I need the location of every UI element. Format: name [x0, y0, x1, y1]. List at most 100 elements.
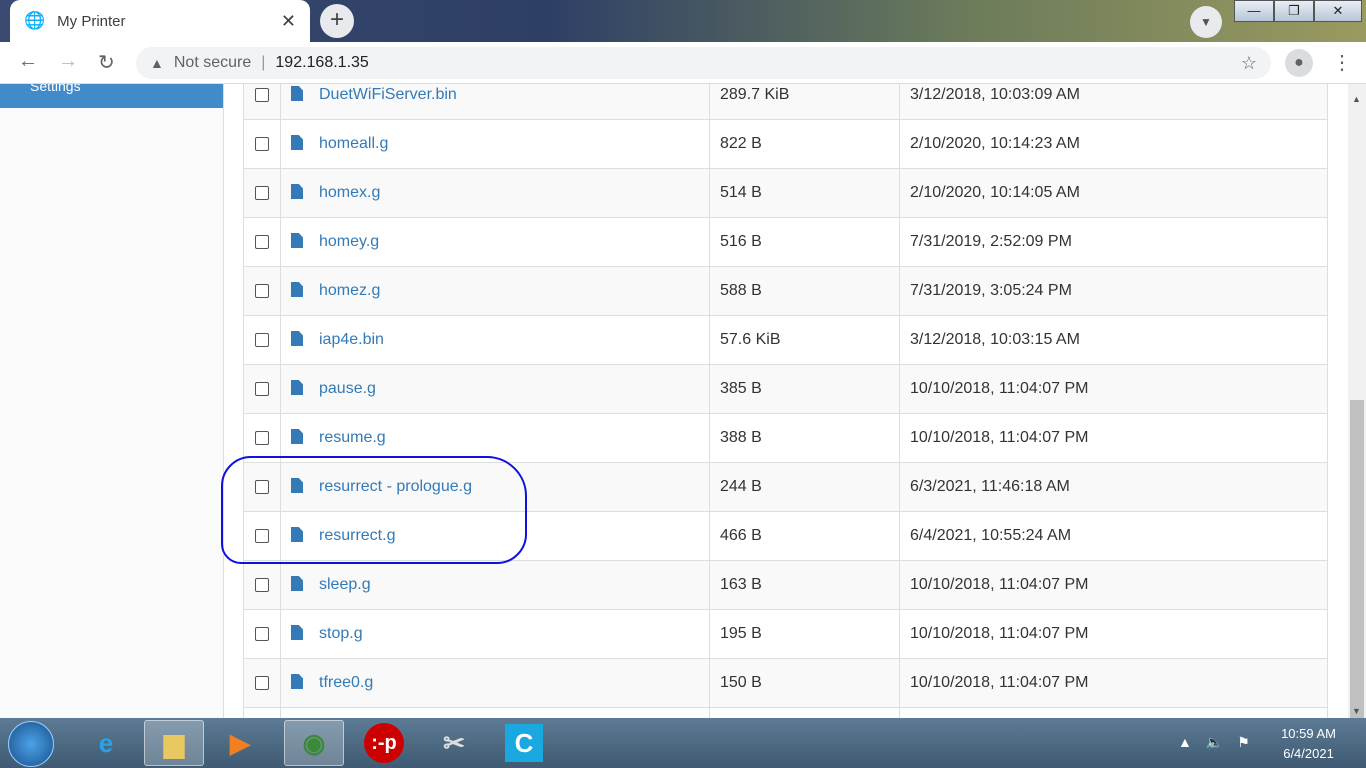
row-checkbox[interactable] — [255, 430, 269, 445]
security-label[interactable]: Not secure — [174, 54, 251, 72]
scroll-down-icon[interactable]: ▼ — [1352, 706, 1361, 716]
file-row[interactable]: homeall.g 822 B 2/10/2020, 10:14:23 AM — [243, 119, 1328, 169]
warning-icon: ▲ — [150, 55, 164, 71]
file-icon — [291, 380, 303, 395]
file-name-cell: resurrect.g — [280, 511, 710, 561]
file-row[interactable]: homex.g 514 B 2/10/2020, 10:14:05 AM — [243, 168, 1328, 218]
file-row[interactable]: pause.g 385 B 10/10/2018, 11:04:07 PM — [243, 364, 1328, 414]
url-text[interactable]: 192.168.1.35 — [275, 54, 368, 72]
address-bar[interactable]: ▲ Not secure | 192.168.1.35 ☆ — [136, 47, 1271, 79]
row-checkbox-cell — [243, 609, 281, 659]
file-link[interactable]: DuetWiFiServer.bin — [319, 86, 457, 103]
file-name-cell: tfree0.g — [280, 658, 710, 708]
forward-icon[interactable]: → — [58, 50, 78, 73]
volume-icon[interactable]: 🔈 — [1206, 734, 1237, 750]
row-checkbox-cell — [243, 168, 281, 218]
file-row[interactable]: resurrect.g 466 B 6/4/2021, 10:55:24 AM — [243, 511, 1328, 561]
row-checkbox-cell — [243, 658, 281, 708]
row-checkbox-cell — [243, 511, 281, 561]
row-checkbox[interactable] — [255, 479, 269, 494]
internet-explorer-icon[interactable]: e — [76, 720, 136, 766]
file-row[interactable]: iap4e.bin 57.6 KiB 3/12/2018, 10:03:15 A… — [243, 315, 1328, 365]
tab-search-button[interactable]: ▼ — [1190, 6, 1222, 38]
file-link[interactable]: resurrect - prologue.g — [319, 478, 472, 495]
bookmark-star-icon[interactable]: ☆ — [1241, 53, 1257, 74]
p-app-icon[interactable]: :-p — [354, 720, 414, 766]
file-link[interactable]: pause.g — [319, 380, 376, 397]
file-date: 10/10/2018, 11:04:07 PM — [899, 609, 1328, 659]
file-link[interactable]: resume.g — [319, 429, 386, 446]
scrollbar-thumb[interactable] — [1350, 400, 1364, 736]
close-window-button[interactable]: ✕ — [1314, 0, 1362, 22]
file-row[interactable]: sleep.g 163 B 10/10/2018, 11:04:07 PM — [243, 560, 1328, 610]
file-link[interactable]: stop.g — [319, 625, 363, 642]
file-icon — [291, 233, 303, 248]
file-link[interactable]: homez.g — [319, 282, 380, 299]
file-list: DuetWiFiServer.bin 289.7 KiB 3/12/2018, … — [224, 84, 1348, 718]
file-explorer-icon[interactable]: ▆ — [144, 720, 204, 766]
row-checkbox[interactable] — [255, 234, 269, 249]
file-name-cell: homex.g — [280, 168, 710, 218]
file-link[interactable]: tfree0.g — [319, 674, 373, 691]
file-row[interactable]: homez.g 588 B 7/31/2019, 3:05:24 PM — [243, 266, 1328, 316]
clock[interactable]: 10:59 AM 6/4/2021 — [1281, 724, 1336, 764]
new-tab-button[interactable]: + — [320, 4, 354, 38]
file-name-cell: stop.g — [280, 609, 710, 659]
action-center-flag-icon[interactable]: ⚑ — [1237, 734, 1264, 750]
file-link[interactable]: resurrect.g — [319, 527, 395, 544]
account-icon[interactable]: ● — [1285, 49, 1313, 77]
file-row[interactable]: DuetWiFiServer.bin 289.7 KiB 3/12/2018, … — [243, 84, 1328, 120]
row-checkbox[interactable] — [255, 381, 269, 396]
file-name-cell: homeall.g — [280, 119, 710, 169]
row-checkbox-cell — [243, 266, 281, 316]
media-player-icon[interactable]: ▶ — [210, 720, 270, 766]
browser-tab[interactable]: 🌐 My Printer ✕ — [10, 0, 310, 42]
c-app-icon[interactable]: C — [494, 720, 554, 766]
sidebar-item-settings[interactable]: Settings — [0, 84, 223, 108]
file-size: 514 B — [709, 168, 900, 218]
minimize-button[interactable]: — — [1234, 0, 1274, 22]
row-checkbox[interactable] — [255, 332, 269, 347]
file-size: 822 B — [709, 119, 900, 169]
file-icon — [291, 282, 303, 297]
show-hidden-icons[interactable]: ▲ — [1178, 734, 1206, 750]
restore-button[interactable]: ❐ — [1274, 0, 1314, 22]
file-link[interactable]: homex.g — [319, 184, 380, 201]
file-row[interactable]: resume.g 388 B 10/10/2018, 11:04:07 PM — [243, 413, 1328, 463]
file-link[interactable]: iap4e.bin — [319, 331, 384, 348]
tab-title: My Printer — [57, 12, 126, 30]
sidebar-item-label: Settings — [30, 84, 81, 94]
file-row[interactable]: tfree0.g 150 B 10/10/2018, 11:04:07 PM — [243, 658, 1328, 708]
row-checkbox[interactable] — [255, 87, 269, 102]
row-checkbox[interactable] — [255, 675, 269, 690]
more-menu-icon[interactable]: ⋮ — [1332, 50, 1352, 75]
file-row[interactable]: resurrect - prologue.g 244 B 6/3/2021, 1… — [243, 462, 1328, 512]
file-row[interactable]: homey.g 516 B 7/31/2019, 2:52:09 PM — [243, 217, 1328, 267]
file-link[interactable]: sleep.g — [319, 576, 371, 593]
file-date: 7/31/2019, 2:52:09 PM — [899, 217, 1328, 267]
file-name-cell: resume.g — [280, 413, 710, 463]
file-row[interactable] — [243, 707, 1328, 718]
scrollbar[interactable]: ▲ ▼ — [1348, 84, 1366, 736]
start-button[interactable] — [8, 721, 54, 767]
row-checkbox[interactable] — [255, 185, 269, 200]
close-tab-icon[interactable]: ✕ — [281, 11, 296, 32]
file-link[interactable]: homeall.g — [319, 135, 388, 152]
file-size: 57.6 KiB — [709, 315, 900, 365]
row-checkbox[interactable] — [255, 577, 269, 592]
scroll-up-icon[interactable]: ▲ — [1352, 94, 1361, 104]
row-checkbox[interactable] — [255, 626, 269, 641]
row-checkbox[interactable] — [255, 136, 269, 151]
snipping-tool-icon[interactable]: ✂ — [424, 720, 484, 766]
reload-icon[interactable]: ↻ — [98, 50, 115, 75]
row-checkbox-cell — [243, 119, 281, 169]
row-checkbox[interactable] — [255, 283, 269, 298]
chrome-icon[interactable]: ◉ — [284, 720, 344, 766]
row-checkbox[interactable] — [255, 528, 269, 543]
file-row[interactable]: stop.g 195 B 10/10/2018, 11:04:07 PM — [243, 609, 1328, 659]
file-link[interactable]: homey.g — [319, 233, 379, 250]
file-icon — [291, 184, 303, 199]
back-icon[interactable]: ← — [18, 50, 38, 73]
file-date: 7/31/2019, 3:05:24 PM — [899, 266, 1328, 316]
file-size: 588 B — [709, 266, 900, 316]
